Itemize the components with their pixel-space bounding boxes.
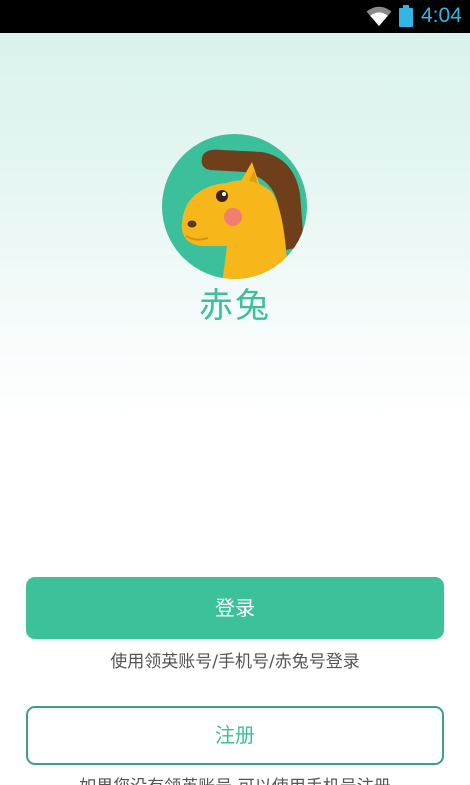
- app-name: 赤兔: [199, 286, 271, 326]
- register-button[interactable]: 注册: [26, 706, 444, 765]
- login-button[interactable]: 登录: [26, 577, 444, 639]
- horse-logo-icon: [162, 134, 307, 279]
- register-hint: 如果您没有领英账号,可以使用手机号注册: [0, 774, 470, 785]
- status-bar: 4:04: [0, 0, 470, 33]
- login-hint: 使用领英账号/手机号/赤兔号登录: [110, 652, 360, 672]
- login-screen: 4:04 赤兔 登录 使用领英账号/手机号/赤兔号登录 注册: [0, 0, 470, 785]
- wifi-icon: [366, 6, 392, 26]
- status-time: 4:04: [421, 4, 462, 27]
- battery-icon: [399, 5, 413, 27]
